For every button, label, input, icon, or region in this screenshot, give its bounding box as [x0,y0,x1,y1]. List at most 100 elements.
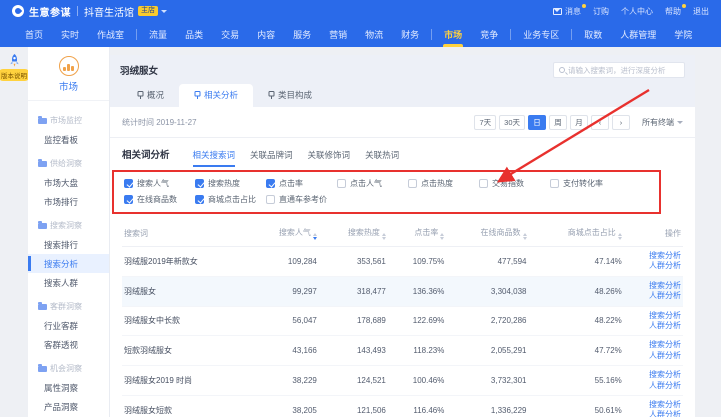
table-row[interactable]: 短款羽绒服女 43,166 143,493 118.23% 2,055,291 … [122,336,683,366]
sidebar-item[interactable]: 客群透视 [28,335,109,354]
metric-checkbox[interactable]: 点击人气 [337,178,408,189]
table-row[interactable]: 羽绒服女 99,297 318,477 136.36% 3,304,038 48… [122,276,683,306]
checkbox-icon[interactable] [195,195,204,204]
analysis-tab[interactable]: 概况 [122,84,179,107]
audience-analysis-link[interactable]: 人群分析 [626,351,681,361]
word-type-tab[interactable]: 相关搜索词 [193,149,236,167]
version-badge[interactable]: 版本说明 [0,69,30,81]
checkbox-icon[interactable] [408,179,417,188]
period-button[interactable]: 7天 [474,115,496,130]
audience-analysis-link[interactable]: 人群分析 [626,410,681,417]
analysis-tab[interactable]: 相关分析 [179,84,253,107]
store-switch-caret-icon[interactable] [161,10,167,13]
sort-carets-icon[interactable] [523,233,527,240]
table-row[interactable]: 羽绒服女短款 38,205 121,506 116.46% 1,336,229 … [122,395,683,417]
search-analysis-link[interactable]: 搜索分析 [626,400,681,410]
search-input[interactable] [568,66,679,75]
search-analysis-link[interactable]: 搜索分析 [626,251,681,261]
search-analysis-link[interactable]: 搜索分析 [626,340,681,350]
prev-page-button[interactable]: ‹ [591,115,609,130]
metric-checkbox[interactable]: 点击热度 [408,178,479,189]
topbar-link[interactable]: 订购 [593,6,609,17]
table-header[interactable]: 操作 [624,221,683,247]
checkbox-icon[interactable] [195,179,204,188]
checkbox-icon[interactable] [266,179,275,188]
table-header[interactable]: 在线商品数 [446,221,528,247]
table-header[interactable]: 搜索热度 [319,221,388,247]
nav-item[interactable]: 流量 [140,22,176,47]
sidebar-item[interactable]: 属性洞察 [28,378,109,397]
word-type-tab[interactable]: 关联品牌词 [250,149,293,167]
search-analysis-link[interactable]: 搜索分析 [626,311,681,321]
audience-analysis-link[interactable]: 人群分析 [626,321,681,331]
sidebar-item[interactable]: 市场排行 [28,192,109,211]
audience-analysis-link[interactable]: 人群分析 [626,381,681,391]
sidebar-item[interactable]: 搜索分析 [28,254,109,273]
topbar-link[interactable]: 退出 [693,6,709,17]
period-button[interactable]: 30天 [499,115,525,130]
terminal-filter[interactable]: 所有终端 [642,117,683,128]
nav-item[interactable]: 市场 [435,22,471,47]
nav-item[interactable]: 学院 [665,22,701,47]
checkbox-icon[interactable] [479,179,488,188]
period-button[interactable]: 周 [549,115,567,130]
sidebar-item[interactable]: 市场大盘 [28,173,109,192]
table-header[interactable]: 点击率 [388,221,446,247]
period-button[interactable]: 月 [570,115,588,130]
table-header[interactable]: 商城点击占比 [529,221,624,247]
audience-analysis-link[interactable]: 人群分析 [626,291,681,301]
sidebar-item[interactable]: 搜索排行 [28,235,109,254]
nav-item[interactable]: 内容 [248,22,284,47]
nav-item[interactable]: 业务专区 [514,22,568,47]
topbar-link[interactable]: 消息 [553,6,581,17]
sidebar-item[interactable]: 搜索人群 [28,273,109,292]
table-row[interactable]: 羽绒服女中长款 56,047 178,689 122.69% 2,720,286… [122,306,683,336]
nav-item[interactable]: 人群管理 [611,22,665,47]
metric-checkbox[interactable]: 支付转化率 [550,178,621,189]
table-header[interactable]: 搜索人气 [250,221,319,247]
checkbox-icon[interactable] [266,195,275,204]
table-row[interactable]: 羽绒服女2019 时尚 38,229 124,521 100.46% 3,732… [122,366,683,396]
word-type-tab[interactable]: 关联热词 [365,149,399,167]
nav-item[interactable]: 交易 [212,22,248,47]
nav-item[interactable]: 品类 [176,22,212,47]
sort-carets-icon[interactable] [382,233,386,240]
checkbox-icon[interactable] [124,195,133,204]
metric-checkbox[interactable]: 交易指数 [479,178,550,189]
checkbox-icon[interactable] [124,179,133,188]
table-header[interactable]: 搜索词 [122,221,250,247]
nav-item[interactable]: 竞争 [471,22,507,47]
nav-item[interactable]: 营销 [320,22,356,47]
metric-checkbox[interactable]: 在线商品数 [124,194,195,205]
metric-checkbox[interactable]: 搜索人气 [124,178,195,189]
nav-item[interactable]: 财务 [392,22,428,47]
metric-checkbox[interactable]: 商城点击占比 [195,194,266,205]
metric-checkbox[interactable]: 直通车参考价 [266,194,337,205]
nav-item[interactable]: 作战室 [88,22,133,47]
sidebar-app-label[interactable]: 市场 [59,79,78,93]
search-analysis-link[interactable]: 搜索分析 [626,370,681,380]
sort-carets-icon[interactable] [313,233,317,240]
topbar-link[interactable]: 帮助 [665,6,681,17]
topbar-link[interactable]: 个人中心 [621,6,653,17]
next-page-button[interactable]: › [612,115,630,130]
analysis-tab[interactable]: 类目构成 [253,84,327,107]
keyword-search-box[interactable] [553,62,685,78]
sidebar-item[interactable]: 监控看板 [28,130,109,149]
metric-checkbox[interactable]: 点击率 [266,178,337,189]
nav-item[interactable]: 首页 [16,22,52,47]
nav-item[interactable]: 实时 [52,22,88,47]
rocket-icon[interactable] [7,53,22,68]
nav-item[interactable]: 物流 [356,22,392,47]
table-row[interactable]: 羽绒服2019年新款女 109,284 353,561 109.75% 477,… [122,247,683,277]
sort-carets-icon[interactable] [440,233,444,240]
sidebar-item[interactable]: 产品洞察 [28,397,109,416]
word-type-tab[interactable]: 关联修饰词 [308,149,351,167]
sidebar-item[interactable]: 行业客群 [28,316,109,335]
metric-checkbox[interactable]: 搜索热度 [195,178,266,189]
search-analysis-link[interactable]: 搜索分析 [626,281,681,291]
audience-analysis-link[interactable]: 人群分析 [626,261,681,271]
period-button[interactable]: 日 [528,115,546,130]
sort-carets-icon[interactable] [618,233,622,240]
nav-item[interactable]: 服务 [284,22,320,47]
